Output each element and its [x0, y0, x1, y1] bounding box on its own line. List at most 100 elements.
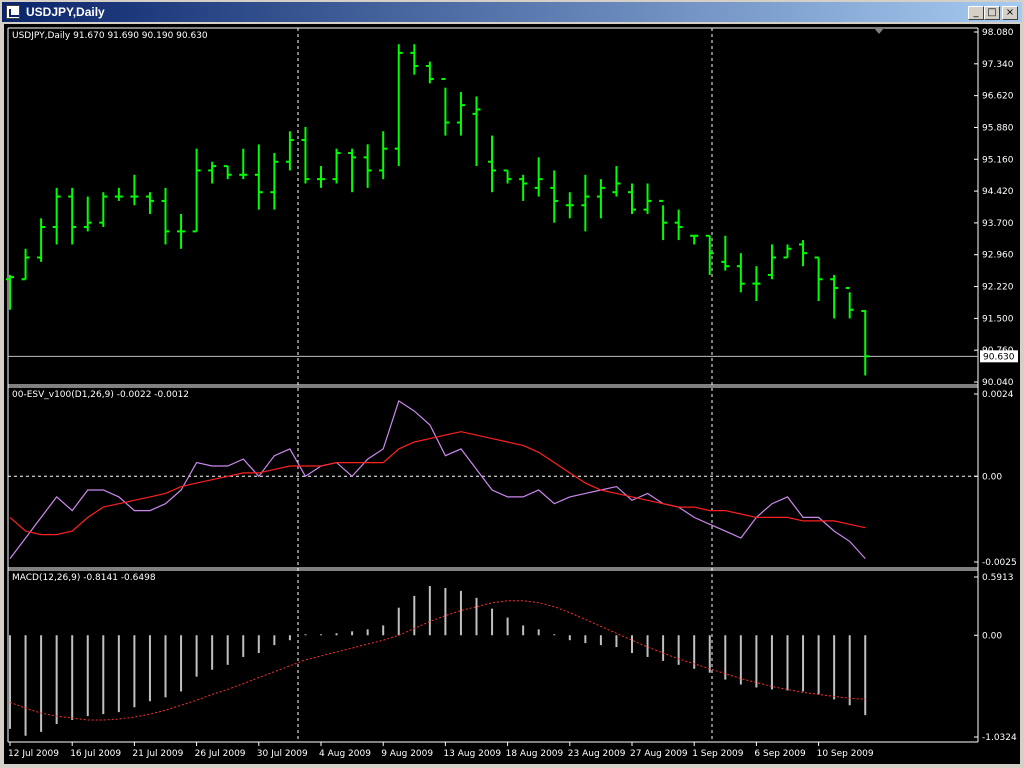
ohlc-bar [177, 213, 186, 249]
time-tick-label: 27 Aug 2009 [630, 749, 688, 759]
ohlc-bar [503, 169, 512, 184]
time-tick-label: 10 Sep 2009 [817, 749, 874, 759]
ohlc-bar [99, 192, 108, 228]
price-tick-label: 97.340 [982, 60, 1014, 70]
minimize-button[interactable]: _ [968, 6, 984, 20]
chart-area[interactable]: 98.080 97.340 96.620 95.880 95.160 94.420 93.7… [4, 24, 1020, 764]
ohlc-bar [643, 183, 652, 214]
time-axis: 12 Jul 2009 16 Jul 2009 21 Jul 2009 26 Jul … [8, 742, 874, 759]
close-button[interactable]: × [1002, 6, 1018, 20]
ohlc-bar [488, 135, 497, 193]
time-tick-label: 23 Aug 2009 [568, 749, 626, 759]
price-tick-label: 91.500 [982, 314, 1014, 324]
esv-tick-label: 0.0024 [982, 390, 1014, 400]
ohlc-bar [239, 148, 248, 180]
price-panel: 98.080 97.340 96.620 95.880 95.160 94.420 93.7… [6, 28, 1018, 388]
price-tick-label: 96.620 [982, 92, 1014, 102]
ohlc-bar [68, 187, 77, 245]
ohlc-bar [612, 166, 621, 197]
ohlc-bar [394, 44, 403, 167]
time-tick-label: 4 Aug 2009 [319, 749, 371, 759]
price-tick-label: 93.700 [982, 219, 1014, 229]
price-tick-label: 94.420 [982, 187, 1014, 197]
ohlc-bar [456, 92, 465, 136]
ohlc-bar [534, 157, 543, 197]
chart-window-icon [6, 5, 20, 19]
ohlc-bar [301, 126, 310, 184]
ohlc-bar [6, 274, 14, 310]
ohlc-bar [472, 96, 481, 167]
price-tick-label: 92.960 [982, 251, 1014, 261]
ohlc-bar [441, 78, 450, 136]
time-tick-label: 26 Jul 2009 [195, 749, 246, 759]
chart-canvas[interactable]: 98.080 97.340 96.620 95.880 95.160 94.420 93.7… [4, 24, 1020, 764]
ohlc-bar [223, 165, 232, 180]
title-bar[interactable]: USDJPY,Daily _ □ × [2, 2, 1022, 22]
ohlc-bar [814, 256, 823, 302]
ohlc-bar [332, 148, 341, 184]
ohlc-bar [192, 148, 201, 233]
ohlc-bar [830, 274, 839, 319]
esv-panel: 0.0024 0.00 -0.0025 [8, 390, 1017, 568]
ohlc-bar [565, 192, 574, 219]
ohlc-bar [659, 199, 668, 241]
price-tick-label: 92.220 [982, 283, 1014, 293]
time-tick-label: 1 Sep 2009 [692, 749, 744, 759]
current-price-value: 90.630 [983, 352, 1015, 362]
ohlc-bar [721, 235, 730, 271]
esv-signal-line [9, 431, 866, 536]
ohlc-bar [145, 192, 154, 214]
ohlc-bar [161, 187, 170, 245]
window-title: USDJPY,Daily [26, 5, 105, 19]
esv-panel-label: 00-ESV_v100(D1,26,9) -0.0022 -0.0012 [12, 390, 189, 400]
esv-tick-label: -0.0025 [982, 558, 1017, 568]
ohlc-bar [285, 131, 294, 171]
macd-panel-label: MACD(12,26,9) -0.8141 -0.6498 [12, 573, 156, 583]
macd-tick-label: 0.00 [982, 631, 1002, 641]
ohlc-bar [21, 248, 30, 281]
ohlc-bar [348, 148, 357, 193]
price-panel-label: USDJPY,Daily 91.670 91.690 90.190 90.630 [12, 31, 208, 41]
ohlc-bar [752, 266, 761, 302]
esv-tick-label: 0.00 [982, 472, 1002, 482]
ohlc-bar [861, 310, 870, 376]
ohlc-bar [410, 44, 419, 75]
ohlc-bar [674, 209, 683, 241]
macd-panel: 0.5913 0.00 -1.0324 [9, 573, 1017, 743]
ohlc-bar [114, 187, 123, 201]
price-tick-label: 95.880 [982, 123, 1014, 133]
maximize-button[interactable]: □ [984, 6, 1000, 20]
time-tick-label: 16 Jul 2009 [70, 749, 121, 759]
price-tick-label: 98.080 [982, 28, 1014, 38]
ohlc-bar [379, 131, 388, 180]
time-tick-label: 30 Jul 2009 [257, 749, 308, 759]
ohlc-bar [628, 183, 636, 214]
ohlc-bar [783, 244, 792, 259]
ohlc-bar [736, 253, 745, 293]
price-tick-label: 90.040 [982, 378, 1014, 388]
time-tick-label: 12 Jul 2009 [8, 749, 59, 759]
macd-signal-line [9, 600, 866, 721]
ohlc-bar [550, 170, 559, 223]
price-tick-label: 95.160 [982, 155, 1014, 165]
ohlc-bar [581, 174, 590, 232]
shift-marker-icon[interactable] [874, 28, 884, 34]
ohlc-bar [52, 187, 61, 245]
ohlc-bar [37, 218, 46, 262]
ohlc-bar [799, 240, 808, 267]
ohlc-bar [254, 144, 263, 210]
ohlc-bar [363, 144, 372, 188]
macd-tick-label: 0.5913 [982, 573, 1014, 583]
time-tick-label: 21 Jul 2009 [132, 749, 183, 759]
terminal-window: USDJPY,Daily _ □ × 98.080 97.340 96.620 95.… [0, 0, 1024, 768]
macd-tick-label: -1.0324 [982, 733, 1017, 743]
time-tick-label: 6 Sep 2009 [754, 749, 806, 759]
ohlc-bar [596, 179, 605, 219]
time-tick-label: 9 Aug 2009 [381, 749, 433, 759]
ohlc-bar [208, 161, 217, 184]
esv-main-line [9, 399, 866, 560]
ohlc-bar [130, 174, 139, 206]
ohlc-bar [519, 174, 528, 201]
time-tick-label: 13 Aug 2009 [443, 749, 501, 759]
ohlc-bar [270, 153, 279, 210]
